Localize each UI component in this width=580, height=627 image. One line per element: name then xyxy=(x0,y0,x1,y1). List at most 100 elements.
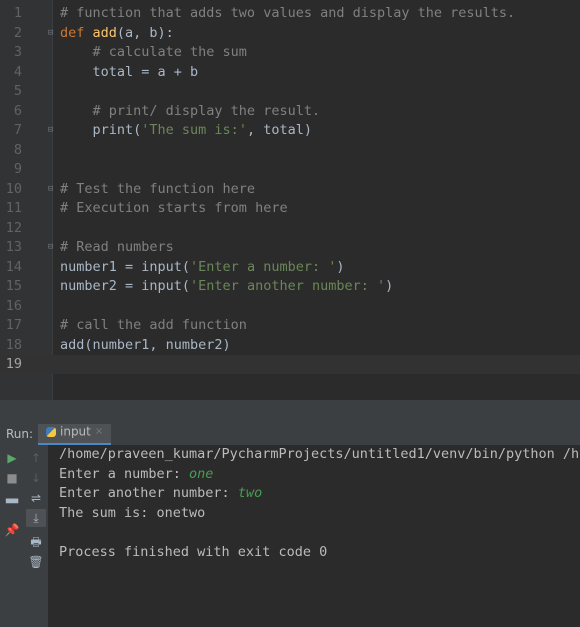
console-text: Process finished with exit code 0 xyxy=(59,543,328,560)
code-line[interactable]: 15 number2 = input('Enter another number:… xyxy=(0,277,580,296)
code-line[interactable]: 5 xyxy=(0,82,580,101)
console-text: /home/praveen_kumar/PycharmProjects/unti… xyxy=(59,446,580,462)
line-number: 2 xyxy=(13,24,22,41)
code-text: # function that adds two values and disp… xyxy=(60,4,515,23)
code-line[interactable]: 12 xyxy=(0,219,580,238)
run-toolbar: Run: input × xyxy=(0,424,580,446)
line-number: 1 xyxy=(13,5,22,21)
line-number: 5 xyxy=(13,83,22,99)
code-token: number1 = input( xyxy=(60,258,191,275)
line-number: 14 xyxy=(5,258,22,275)
console-line: The sum is: onetwo xyxy=(59,504,205,523)
code-token: # Execution starts from here xyxy=(60,200,288,216)
code-text: # calculate the sum xyxy=(60,43,247,62)
code-token: ) xyxy=(336,258,345,275)
scroll-to-end-icon[interactable]: ⤓ xyxy=(26,509,46,527)
code-token: (a, b): xyxy=(116,24,174,41)
code-token: # Read numbers xyxy=(60,239,174,255)
pin-icon[interactable]: 📌 xyxy=(2,521,22,539)
code-text: print('The sum is:', total) xyxy=(60,121,312,140)
console-text: Enter another number: xyxy=(59,485,238,501)
console-line: Enter a number: one xyxy=(59,465,213,484)
fold-icon[interactable]: ⊟ xyxy=(48,121,58,140)
code-editor[interactable]: 1 # function that adds two values and dis… xyxy=(0,0,580,400)
code-token: number2 = input( xyxy=(60,278,191,294)
code-line[interactable]: 18 add(number1, number2) xyxy=(0,336,580,355)
code-line[interactable]: 11 # Execution starts from here xyxy=(0,199,580,218)
line-number: 4 xyxy=(13,63,22,80)
code-text: add(number1, number2) xyxy=(60,336,231,355)
line-number: 18 xyxy=(5,336,22,353)
run-tools-right: ↑ ↓ ⇌ ⤓ 🖶 🗑 xyxy=(24,445,49,627)
code-token: def xyxy=(60,24,93,41)
code-text: def add(a, b): xyxy=(60,24,174,43)
console-line: Enter another number: two xyxy=(59,484,262,503)
code-token: print( xyxy=(60,122,142,138)
code-token: total = a + b xyxy=(60,63,199,80)
line-number: 7 xyxy=(13,122,22,138)
code-line[interactable]: 14 number1 = input('Enter a number: ') xyxy=(0,258,580,277)
console-text: Enter a number: xyxy=(59,465,190,482)
code-line[interactable]: 8 xyxy=(0,141,580,160)
trash-icon[interactable]: 🗑 xyxy=(26,553,46,571)
line-number: 10 xyxy=(5,180,22,197)
code-token: # print/ display the result. xyxy=(60,102,321,119)
code-token: , total) xyxy=(246,122,312,138)
code-line[interactable]: 1 # function that adds two values and dis… xyxy=(0,4,580,23)
line-number: 12 xyxy=(5,219,22,236)
line-number: 17 xyxy=(5,317,22,333)
code-text: # print/ display the result. xyxy=(60,102,321,121)
code-text: number2 = input('Enter another number: '… xyxy=(60,277,393,296)
console-text: The sum is: onetwo xyxy=(59,504,206,521)
code-token: 'The sum is:' xyxy=(141,122,247,138)
code-token: add xyxy=(92,24,117,41)
code-token: ) xyxy=(385,278,394,294)
up-arrow-icon[interactable]: ↑ xyxy=(26,449,46,467)
code-line[interactable]: 6 # print/ display the result. xyxy=(0,102,580,121)
fold-icon[interactable]: ⊟ xyxy=(48,238,58,257)
code-token: # calculate the sum xyxy=(60,44,247,60)
user-input-value: two xyxy=(237,485,263,501)
line-number: 8 xyxy=(13,141,22,158)
print-icon[interactable]: 🖶 xyxy=(26,533,46,551)
line-number: 16 xyxy=(5,297,22,314)
run-tools-left: ▶ ■ ▀▀ 📌 xyxy=(0,445,24,627)
code-line[interactable]: 3 # calculate the sum xyxy=(0,43,580,62)
code-line[interactable]: 10 ⊟ # Test the function here xyxy=(0,180,580,199)
code-token: # function that adds two values and disp… xyxy=(60,5,516,21)
console-line: Process finished with exit code 0 xyxy=(59,543,327,562)
line-number: 13 xyxy=(5,239,22,255)
code-line[interactable]: 19 xyxy=(0,355,580,374)
code-line[interactable]: 13 ⊟ # Read numbers xyxy=(0,238,580,257)
code-line[interactable]: 2 ⊟ def add(a, b): xyxy=(0,24,580,43)
code-text: # call the add function xyxy=(60,316,247,335)
console-output[interactable]: /home/praveen_kumar/PycharmProjects/unti… xyxy=(49,445,580,627)
python-icon xyxy=(46,426,56,437)
soft-wrap-icon[interactable]: ⇌ xyxy=(26,489,46,507)
code-line[interactable]: 7 ⊟ print('The sum is:', total) xyxy=(0,121,580,140)
code-line[interactable]: 4 total = a + b xyxy=(0,63,580,82)
line-number: 6 xyxy=(13,102,22,119)
line-number: 11 xyxy=(5,200,22,216)
fold-icon[interactable]: ⊟ xyxy=(48,24,58,43)
tab-input[interactable]: input × xyxy=(38,424,112,445)
layout-icon[interactable]: ▀▀ xyxy=(2,495,22,513)
code-text: # Read numbers xyxy=(60,238,174,257)
code-token: 'Enter another number: ' xyxy=(190,278,386,294)
console-line: /home/praveen_kumar/PycharmProjects/unti… xyxy=(59,445,580,464)
close-icon[interactable]: × xyxy=(95,426,103,437)
code-token: # Test the function here xyxy=(60,180,256,197)
code-token: 'Enter a number: ' xyxy=(190,258,337,275)
code-line[interactable]: 17 # call the add function xyxy=(0,316,580,335)
code-line[interactable]: 9 xyxy=(0,160,580,179)
down-arrow-icon[interactable]: ↓ xyxy=(26,469,46,487)
panel-divider[interactable] xyxy=(0,400,580,424)
line-number: 19 xyxy=(5,356,22,372)
rerun-icon[interactable]: ▶ xyxy=(2,449,22,467)
tab-label: input xyxy=(60,424,91,439)
user-input-value: one xyxy=(189,465,214,482)
line-number: 3 xyxy=(13,44,22,60)
stop-icon[interactable]: ■ xyxy=(2,469,22,487)
code-line[interactable]: 16 xyxy=(0,297,580,316)
fold-icon[interactable]: ⊟ xyxy=(48,180,58,199)
